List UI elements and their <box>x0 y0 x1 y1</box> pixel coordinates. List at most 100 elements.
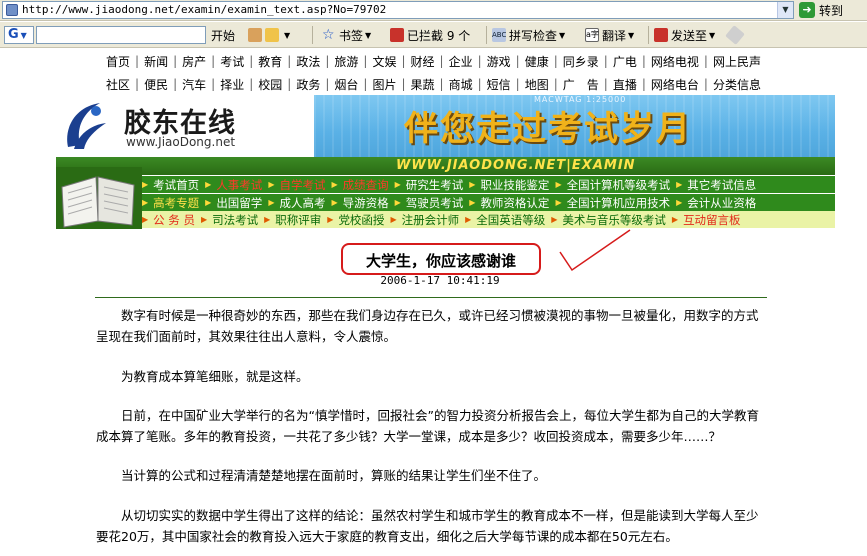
toolbar-tools-button[interactable]: ▼ <box>248 26 290 44</box>
exam-menu-item[interactable]: ▶ 教师资格认定 <box>469 195 549 211</box>
nav-link[interactable]: 网络电视 <box>646 53 704 70</box>
exam-menu-item[interactable]: ▶ 注册会计师 <box>390 212 459 228</box>
highlighter-icon <box>725 25 745 45</box>
article-paragraph: 数字有时候是一种很奇妙的东西，那些在我们身边存在已久，或许已经习惯被漠视的事物一… <box>96 308 759 344</box>
exam-menu-row-3: ▶ 公 务 员 ▶ 司法考试 ▶ 职称评审 ▶ 党校函授 ▶ 注册会计师 ▶ 全国英语等级 ▶ 美术与音乐… <box>142 211 835 228</box>
nav-link[interactable]: 政务 <box>291 76 325 93</box>
nav-link[interactable]: 同乡录 <box>558 53 604 70</box>
toolbar-divider <box>312 26 313 44</box>
google-toolbar: G ▼ 开始 ▼ ☆ 书签 ▼ 已拦截 9 个 ABC 拼写检查 ▼ a字 翻译 ▼ 发… <box>0 22 867 48</box>
nav-link[interactable]: 校园 <box>253 76 287 93</box>
exam-menu-label: 职业技能鉴定 <box>480 177 550 192</box>
exam-menu-item[interactable]: ▶ 自学考试 <box>268 177 325 193</box>
address-dropdown-icon[interactable]: ▼ <box>777 2 793 18</box>
nav-link[interactable]: 地图 <box>520 76 554 93</box>
exam-menu-item[interactable]: ▶ 高考专题 <box>142 195 199 211</box>
exam-menu-item[interactable]: ▶ 职业技能鉴定 <box>469 177 549 193</box>
site-logo[interactable]: 胶东在线 www.JiaoDong.net <box>56 95 314 157</box>
exam-menu-item[interactable]: ▶ 美术与音乐等级考试 <box>551 212 666 228</box>
nav-link[interactable]: 社区 <box>101 76 135 93</box>
exam-menu-label: 考试首页 <box>153 177 200 192</box>
nav-link[interactable]: 图片 <box>367 76 401 93</box>
nav-link[interactable]: 便民 <box>139 76 173 93</box>
popup-blocked-button[interactable]: 已拦截 9 个 <box>390 26 470 44</box>
nav-link[interactable]: 广电 <box>608 53 642 70</box>
toolbar-divider <box>648 26 649 44</box>
exam-menu-label: 全国计算机应用技术 <box>566 195 671 210</box>
arrow-right-icon: ▶ <box>331 198 338 207</box>
exam-menu-item[interactable]: ▶ 考试首页 <box>142 177 199 193</box>
exam-menu-label: 公 务 员 <box>153 212 195 227</box>
article-paragraph: 当计算的公式和过程清清楚楚地摆在面前时，算账的结果让学生们坐不住了。 <box>121 468 547 483</box>
send-to-button[interactable]: 发送至 ▼ <box>654 26 715 44</box>
nav-link[interactable]: 政法 <box>291 53 325 70</box>
section-url: WWW.JIAODONG.NET|EXAMIN <box>396 158 636 173</box>
exam-menu-label: 研究生考试 <box>405 177 464 192</box>
exam-menu-label: 互动留言板 <box>683 212 741 227</box>
search-start-button[interactable]: 开始 <box>211 26 235 44</box>
arrow-right-icon: ▶ <box>671 215 679 224</box>
exam-menu-label: 成绩查询 <box>342 177 389 192</box>
exam-menu-item[interactable]: ▶ 全国计算机等级考试 <box>555 177 670 193</box>
address-field[interactable]: http://www.jiaodong.net/examin/examin_te… <box>2 1 794 19</box>
nav-link[interactable]: 教育 <box>253 53 287 70</box>
nav-link[interactable]: 网络电台 <box>646 76 704 93</box>
arrow-right-icon: ▶ <box>555 198 562 207</box>
nav-link[interactable]: 短信 <box>482 76 516 93</box>
exam-menu-item[interactable]: ▶ 职称评审 <box>264 212 321 228</box>
exam-menu-item[interactable]: ▶ 公 务 员 <box>142 212 195 228</box>
nav-link[interactable]: 首页 <box>101 53 135 70</box>
nav-link[interactable]: 游戏 <box>482 53 516 70</box>
arrow-right-icon: ▶ <box>469 180 476 189</box>
nav-link[interactable]: 房产 <box>177 53 211 70</box>
exam-menu-label: 美术与音乐等级考试 <box>562 212 666 227</box>
arrow-right-icon: ▶ <box>327 215 334 224</box>
nav-link[interactable]: 网上民声 <box>708 53 766 70</box>
exam-menu-item[interactable]: ▶ 全国计算机应用技术 <box>555 195 670 211</box>
nav-link[interactable]: 考试 <box>215 53 249 70</box>
exam-menu-item[interactable]: ▶ 成绩查询 <box>331 177 388 193</box>
nav-link[interactable]: 果蔬 <box>406 76 440 93</box>
address-url[interactable]: http://www.jiaodong.net/examin/examin_te… <box>22 3 386 17</box>
nav-link[interactable]: 财经 <box>406 53 440 70</box>
exam-menu-item[interactable]: ▶ 全国英语等级 <box>465 212 545 228</box>
exam-menu-item[interactable]: ▶ 会计从业资格 <box>676 195 756 211</box>
exam-menu-label: 导游资格 <box>342 195 389 210</box>
nav-link[interactable]: 文娱 <box>367 53 401 70</box>
exam-menu-item[interactable]: ▶ 司法考试 <box>201 212 258 228</box>
nav-link[interactable]: 新闻 <box>139 53 173 70</box>
go-button[interactable]: ➜ 转到 <box>799 1 865 19</box>
nav-link[interactable]: 分类信息 <box>708 76 766 93</box>
exam-menu-item[interactable]: ▶ 导游资格 <box>331 195 388 211</box>
exam-menu-item[interactable]: ▶ 党校函授 <box>327 212 384 228</box>
nav-link[interactable]: 直播 <box>608 76 642 93</box>
article-date: 2006-1-17 10:41:19 <box>380 274 500 287</box>
exam-menu-item[interactable]: ▶ 研究生考试 <box>395 177 464 193</box>
nav-link[interactable]: 择业 <box>215 76 249 93</box>
exam-menu-item[interactable]: ▶ 成人高考 <box>268 195 325 211</box>
search-start-label: 开始 <box>211 28 236 43</box>
arrow-right-icon: ▶ <box>469 198 476 207</box>
nav-link[interactable]: 广 告 <box>558 76 604 93</box>
exam-menu-item[interactable]: ▶ 其它考试信息 <box>676 177 756 193</box>
nav-link[interactable]: 汽车 <box>177 76 211 93</box>
exam-menu-item[interactable]: ▶ 出国留学 <box>205 195 262 211</box>
arrow-right-icon: ▶ <box>268 198 275 207</box>
exam-menu-item[interactable]: ▶ 人事考试 <box>205 177 262 193</box>
bookmarks-button[interactable]: ☆ 书签 ▼ <box>322 26 371 44</box>
exam-menu-item[interactable]: ▶ 互动留言板 <box>672 212 741 228</box>
nav-link[interactable]: 旅游 <box>329 53 363 70</box>
translate-button[interactable]: a字 翻译 ▼ <box>585 26 634 44</box>
highlighter-button[interactable] <box>725 25 745 45</box>
nav-link[interactable]: 企业 <box>444 53 478 70</box>
google-logo-icon[interactable]: G ▼ <box>4 26 34 44</box>
banner-ad-image[interactable]: MACWTAG 1:25000 伴您走过考试岁月 <box>314 95 835 157</box>
nav-link[interactable]: 烟台 <box>329 76 363 93</box>
arrow-right-icon: ▶ <box>551 215 558 224</box>
spellcheck-button[interactable]: ABC 拼写检查 ▼ <box>492 26 565 44</box>
nav-link[interactable]: 商城 <box>444 76 478 93</box>
nav-link[interactable]: 健康 <box>520 53 554 70</box>
toolbar-search-input[interactable] <box>36 26 206 44</box>
logo-english-name: www.JiaoDong.net <box>126 135 236 149</box>
exam-menu-item[interactable]: ▶ 驾驶员考试 <box>395 195 464 211</box>
